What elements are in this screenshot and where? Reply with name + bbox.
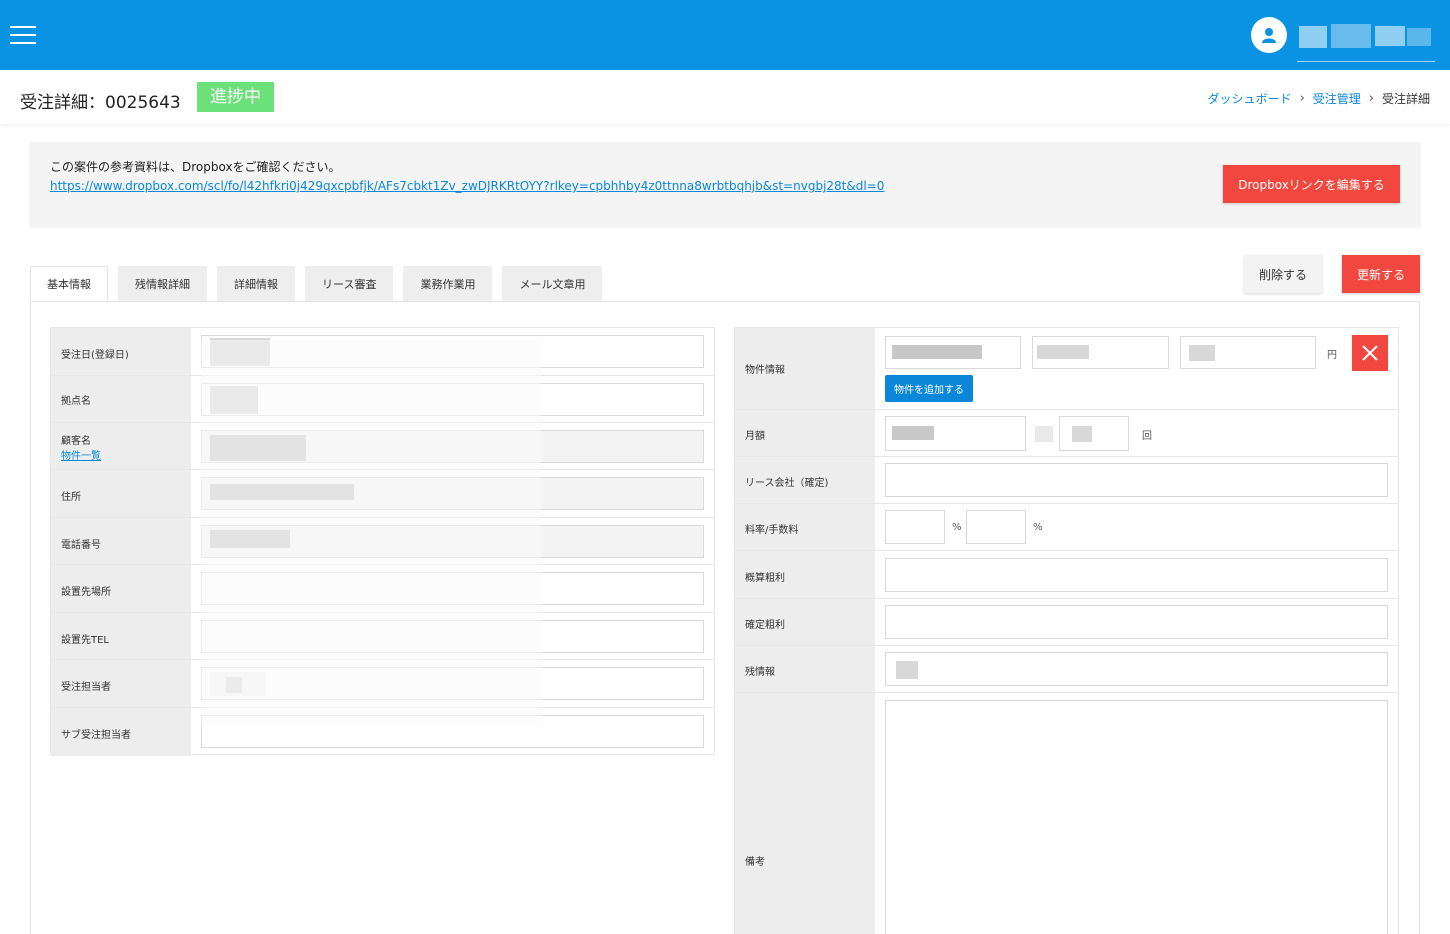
row-property-info: 物件情報 円 物件を追加する: [735, 328, 1398, 410]
tab-basic-info[interactable]: 基本情報: [30, 266, 108, 302]
chevron-right-icon: ›: [1368, 91, 1374, 106]
label-remarks: 備考: [745, 857, 765, 868]
confirmed-profit-input[interactable]: [885, 605, 1388, 639]
chevron-right-icon: ›: [1299, 91, 1305, 106]
row-remaining: 残情報: [735, 646, 1398, 693]
row-confirmed-profit: 確定粗利: [735, 599, 1398, 646]
remove-property-close-icon[interactable]: [1352, 335, 1388, 371]
tab-remaining-details[interactable]: 残情報詳細: [118, 266, 207, 302]
user-name-redacted[interactable]: [1297, 22, 1435, 62]
label-install-place: 設置先場所: [61, 587, 111, 598]
lease-company-input[interactable]: [885, 463, 1388, 497]
row-est-profit: 概算粗利: [735, 551, 1398, 599]
property-price-input[interactable]: [1180, 336, 1316, 369]
breadcrumb-dashboard[interactable]: ダッシュボード: [1208, 90, 1292, 107]
property-form: 物件情報 円 物件を追加する 月額 回 リース会社（確定) 料率/手数料 % %…: [734, 327, 1399, 934]
label-est-profit: 概算粗利: [745, 573, 785, 584]
page-title: 受注詳細：0025643: [20, 93, 181, 113]
property-list-link[interactable]: 物件一覧: [61, 447, 101, 462]
status-badge: 進捗中: [197, 82, 274, 112]
percent-unit: %: [1033, 522, 1043, 533]
label-property-info: 物件情報: [745, 365, 785, 376]
lease-count-input[interactable]: [1059, 416, 1129, 451]
label-address: 住所: [61, 492, 81, 503]
dropbox-link[interactable]: https://www.dropbox.com/scl/fo/l42hfkri0…: [50, 179, 884, 193]
row-remarks: 備考: [735, 693, 1398, 934]
label-lease-company: リース会社（確定): [745, 478, 829, 489]
user-avatar-icon[interactable]: [1251, 17, 1287, 53]
percent-unit: %: [952, 522, 962, 533]
label-sub-person: サブ受注担当者: [61, 730, 131, 741]
breadcrumb-current: 受注詳細: [1381, 92, 1430, 106]
tab-mail[interactable]: メール文章用: [502, 266, 603, 302]
edit-dropbox-link-button[interactable]: Dropboxリンクを編集する: [1223, 165, 1400, 203]
label-order-date: 受注日(登録日): [61, 350, 129, 361]
property-name-input[interactable]: [885, 336, 1021, 369]
top-navbar: [0, 0, 1450, 70]
label-install-tel: 設置先TEL: [61, 635, 109, 646]
breadcrumb: ダッシュボード › 受注管理 › 受注詳細: [1208, 90, 1430, 107]
tab-detail-info[interactable]: 詳細情報: [217, 266, 295, 302]
label-remaining: 残情報: [745, 667, 775, 678]
tab-work[interactable]: 業務作業用: [403, 266, 493, 302]
monthly-amount-input[interactable]: [885, 416, 1026, 451]
label-branch: 拠点名: [61, 396, 91, 407]
property-model-input[interactable]: [1032, 336, 1169, 369]
page-header: 受注詳細：0025643 進捗中 ダッシュボード › 受注管理 › 受注詳細: [0, 70, 1450, 124]
update-button[interactable]: 更新する: [1342, 255, 1420, 293]
rate-input[interactable]: [885, 510, 945, 544]
label-rate-fee: 料率/手数料: [745, 525, 799, 536]
times-unit: 回: [1142, 431, 1152, 442]
label-person: 受注担当者: [61, 682, 111, 693]
yen-unit: 円: [1327, 350, 1337, 361]
label-confirmed-profit: 確定粗利: [745, 620, 785, 631]
redaction-overlay: [201, 340, 541, 725]
fee-input[interactable]: [966, 510, 1026, 544]
remaining-input[interactable]: [885, 652, 1388, 686]
tab-bar: 基本情報 残情報詳細 詳細情報 リース審査 業務作業用 メール文章用: [30, 266, 612, 302]
row-lease-company: リース会社（確定): [735, 457, 1398, 504]
row-rate-fee: 料率/手数料 % %: [735, 504, 1398, 551]
add-property-button[interactable]: 物件を追加する: [885, 375, 973, 402]
dropbox-notice: この案件の参考資料は、Dropboxをご確認ください。 https://www.…: [30, 142, 1420, 226]
breadcrumb-orders[interactable]: 受注管理: [1313, 90, 1361, 107]
notice-text: この案件の参考資料は、Dropboxをご確認ください。: [50, 160, 341, 174]
label-monthly: 月額: [745, 431, 765, 442]
delete-button[interactable]: 削除する: [1244, 255, 1322, 293]
label-customer: 顧客名: [61, 436, 91, 447]
label-phone: 電話番号: [61, 540, 101, 551]
row-monthly: 月額 回: [735, 410, 1398, 457]
remarks-textarea[interactable]: [885, 700, 1388, 934]
tab-lease-review[interactable]: リース審査: [305, 266, 394, 302]
hamburger-icon[interactable]: [10, 26, 36, 44]
est-profit-input[interactable]: [885, 558, 1388, 592]
